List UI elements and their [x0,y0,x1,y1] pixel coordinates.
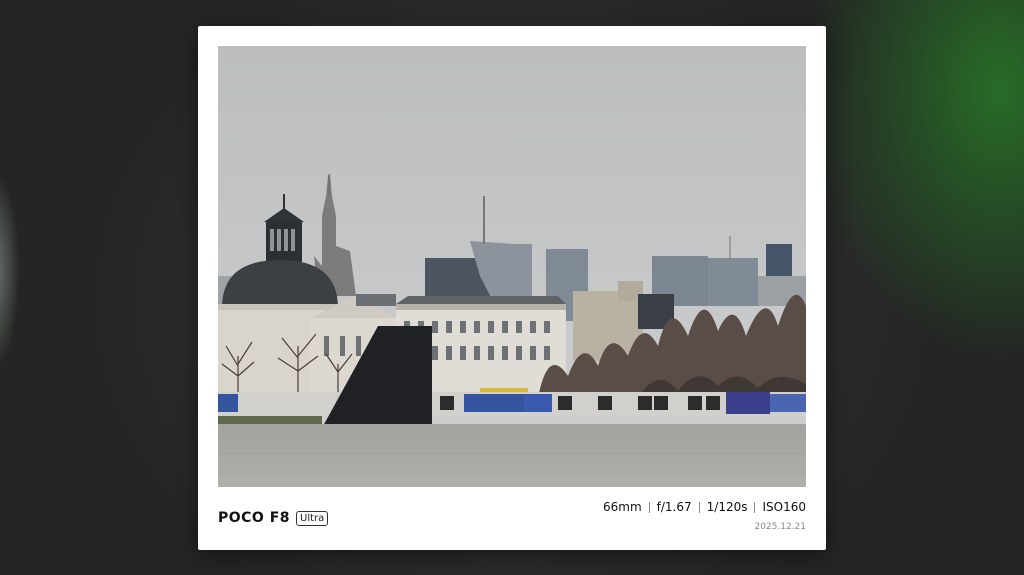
exif-separator [648,501,650,513]
plaza [218,424,806,487]
ultra-badge-icon: Ultra [296,510,329,526]
capture-date: 2025.12.21 [754,522,806,532]
exhibition-panels [218,388,806,416]
photo [218,46,806,487]
city-scene [218,46,806,487]
camera-model: POCO F8 [218,510,291,526]
exif-separator [754,501,756,513]
aperture: f/1.67 [656,500,692,514]
exif-separator [698,501,700,513]
iso: ISO160 [762,500,806,514]
exif-info: 66mm f/1.67 1/120s ISO160 [603,500,806,514]
camera-brand: POCO F8 Ultra [218,507,329,529]
shutter-speed: 1/120s [706,500,748,514]
photo-card: POCO F8 Ultra 66mm f/1.67 1/120s ISO160 … [198,26,826,550]
focal-length: 66mm [602,500,642,514]
